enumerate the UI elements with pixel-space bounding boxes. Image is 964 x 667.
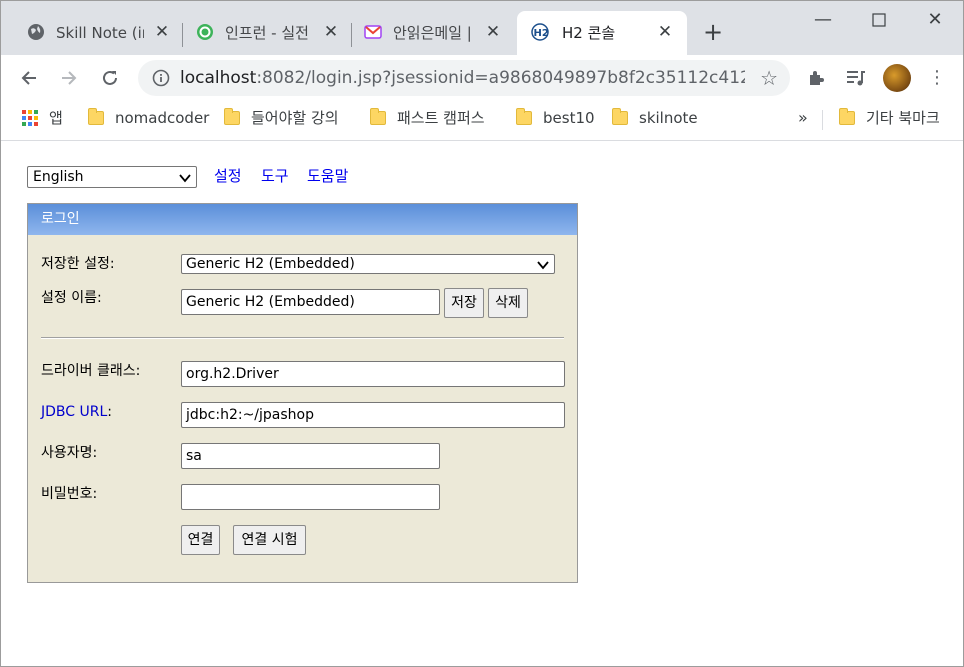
reload-icon bbox=[103, 70, 117, 85]
reload-button[interactable] bbox=[97, 65, 123, 91]
bookmark-label: 앱 bbox=[49, 109, 63, 127]
delete-button[interactable]: 삭제 bbox=[488, 288, 528, 318]
form-divider bbox=[41, 337, 564, 339]
profile-avatar[interactable] bbox=[883, 64, 911, 92]
chevron-down-icon bbox=[179, 169, 191, 190]
apps-grid-icon bbox=[22, 110, 38, 126]
login-panel: 로그인 저장한 설정: Generic H2 (Embedded) 설정 이름:… bbox=[27, 203, 578, 583]
close-icon[interactable]: ✕ bbox=[483, 22, 503, 42]
saved-settings-select[interactable]: Generic H2 (Embedded) bbox=[181, 254, 555, 274]
jdbc-url-input[interactable]: jdbc:h2:~/jpashop bbox=[181, 402, 565, 428]
page-content: English 설정 도구 도움말 로그인 저장한 설정: Generic H2… bbox=[1, 142, 963, 666]
mail-icon bbox=[364, 25, 382, 39]
password-label: 비밀번호: bbox=[41, 486, 98, 502]
close-icon[interactable]: ✕ bbox=[152, 22, 172, 42]
close-icon[interactable]: ✕ bbox=[321, 22, 341, 42]
bookmarks-separator bbox=[822, 110, 823, 130]
password-input[interactable] bbox=[181, 484, 440, 510]
bookmark-label: 패스트 캠퍼스 bbox=[397, 109, 485, 127]
tab-title: 인프런 - 실전 bbox=[225, 24, 309, 42]
close-icon[interactable]: ✕ bbox=[655, 22, 675, 42]
bookmark-label: skilnote bbox=[639, 109, 698, 127]
jdbc-url-label[interactable]: JDBC URL: bbox=[41, 403, 112, 421]
tab-strip: Skill Note (in ✕ 인프런 - 실전 ✕ 안읽은메일 | ✕ H2… bbox=[1, 1, 963, 55]
setting-name-input[interactable]: Generic H2 (Embedded) bbox=[181, 289, 440, 315]
bookmark-label: 들어야할 강의 bbox=[251, 109, 339, 127]
tab-separator bbox=[351, 23, 352, 47]
folder-icon bbox=[224, 108, 240, 125]
saved-settings-value: Generic H2 (Embedded) bbox=[186, 256, 355, 272]
chevron-down-icon bbox=[537, 256, 549, 276]
tab-h2-console[interactable]: H2 H2 콘솔 ✕ bbox=[517, 11, 687, 55]
saved-settings-label: 저장한 설정: bbox=[41, 256, 115, 272]
language-select-value: English bbox=[33, 169, 84, 185]
back-button[interactable] bbox=[16, 65, 42, 91]
tools-link[interactable]: 도구 bbox=[261, 166, 289, 186]
maximize-button[interactable] bbox=[867, 9, 891, 33]
extensions-icon[interactable] bbox=[805, 67, 827, 89]
setting-name-label: 설정 이름: bbox=[41, 290, 102, 306]
url-text[interactable]: localhost:8082/login.jsp?jsessionid=a986… bbox=[180, 68, 745, 88]
driver-class-input[interactable]: org.h2.Driver bbox=[181, 361, 565, 387]
inflearn-icon bbox=[197, 24, 213, 40]
maximize-icon bbox=[872, 13, 886, 27]
settings-link[interactable]: 설정 bbox=[214, 166, 242, 186]
info-icon[interactable] bbox=[152, 69, 170, 87]
globe-icon bbox=[28, 24, 44, 40]
tab-title: Skill Note (in bbox=[56, 24, 144, 42]
bookmark-apps[interactable]: 앱 bbox=[22, 107, 72, 133]
bookmark-label: best10 bbox=[543, 109, 595, 127]
new-tab-button[interactable]: + bbox=[701, 20, 725, 45]
username-input[interactable]: sa bbox=[181, 443, 440, 469]
folder-icon bbox=[88, 108, 104, 125]
url-rest: :8082/login.jsp?jsessionid=a9868049897b8… bbox=[256, 68, 745, 88]
svg-text:H2: H2 bbox=[534, 28, 549, 39]
minimize-button[interactable]: — bbox=[811, 9, 835, 33]
help-link[interactable]: 도움말 bbox=[307, 166, 348, 186]
bookmark-label: nomadcoder bbox=[115, 109, 210, 127]
arrow-left-icon bbox=[21, 71, 36, 85]
folder-icon bbox=[516, 108, 532, 125]
save-button[interactable]: 저장 bbox=[444, 288, 484, 318]
folder-icon bbox=[370, 108, 386, 125]
forward-button[interactable] bbox=[56, 65, 82, 91]
tab-separator bbox=[182, 23, 183, 47]
test-connection-button[interactable]: 연결 시험 bbox=[233, 525, 306, 555]
arrow-right-icon bbox=[62, 71, 77, 85]
h2-icon: H2 bbox=[531, 23, 549, 41]
bookmark-label: 기타 북마크 bbox=[866, 109, 940, 127]
language-select[interactable]: English bbox=[27, 166, 197, 188]
url-host: localhost bbox=[180, 68, 257, 88]
tab-title: 안읽은메일 | bbox=[393, 24, 472, 42]
jdbc-url-colon: : bbox=[107, 404, 112, 420]
star-icon[interactable]: ☆ bbox=[760, 67, 778, 89]
tab-mail[interactable]: 안읽은메일 | ✕ bbox=[354, 11, 518, 55]
menu-icon[interactable]: ⋮ bbox=[926, 67, 948, 89]
driver-class-label: 드라이버 클래스: bbox=[41, 363, 141, 379]
bookmarks-bar: 앱 nomadcoder 들어야할 강의 패스트 캠퍼스 best10 skil… bbox=[1, 101, 963, 141]
connect-button[interactable]: 연결 bbox=[181, 525, 220, 555]
folder-icon bbox=[839, 108, 855, 125]
media-playlist-icon[interactable] bbox=[845, 67, 867, 89]
jdbc-url-link[interactable]: JDBC URL bbox=[41, 404, 107, 420]
login-header: 로그인 bbox=[28, 204, 577, 235]
folder-icon bbox=[612, 108, 628, 125]
username-label: 사용자명: bbox=[41, 445, 98, 461]
browser-window: Skill Note (in ✕ 인프런 - 실전 ✕ 안읽은메일 | ✕ H2… bbox=[0, 0, 964, 667]
tab-inflearn[interactable]: 인프런 - 실전 ✕ bbox=[186, 11, 350, 55]
close-window-button[interactable]: ✕ bbox=[923, 9, 947, 33]
browser-toolbar: localhost:8082/login.jsp?jsessionid=a986… bbox=[1, 55, 963, 101]
tab-title: H2 콘솔 bbox=[562, 24, 616, 42]
address-bar[interactable]: localhost:8082/login.jsp?jsessionid=a986… bbox=[138, 60, 790, 96]
bookmarks-overflow-button[interactable]: » bbox=[798, 107, 808, 133]
tab-skill-note[interactable]: Skill Note (in ✕ bbox=[17, 11, 181, 55]
